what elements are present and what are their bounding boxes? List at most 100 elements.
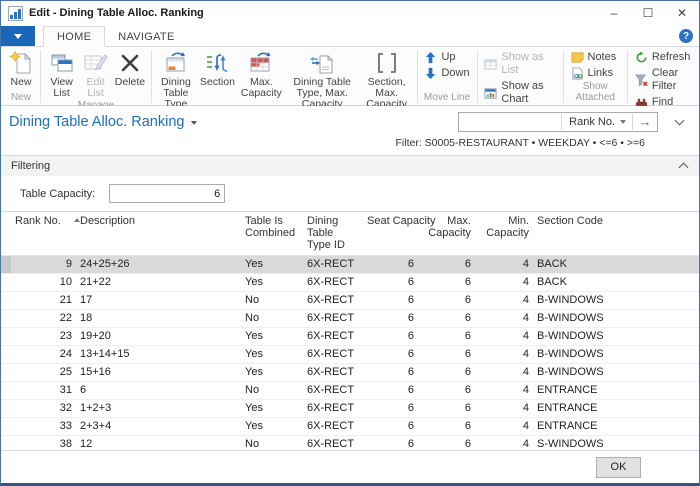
- cell-seat-capacity[interactable]: 6: [363, 346, 418, 364]
- show-as-chart-button[interactable]: Show as Chart: [480, 79, 559, 107]
- cell-table-is-combined[interactable]: No: [241, 310, 303, 328]
- cell-dining-table-type-id[interactable]: 6X-RECT: [303, 328, 363, 346]
- page-title-caret-icon[interactable]: [191, 121, 197, 125]
- cell-description[interactable]: 12: [76, 436, 241, 451]
- cell-rank[interactable]: 25: [11, 364, 76, 382]
- table-row[interactable]: 25 15+16 Yes 6X-RECT 6 6 4 B-WINDOWS: [1, 364, 699, 382]
- cell-max-capacity[interactable]: 6: [418, 328, 475, 346]
- cell-rank[interactable]: 32: [11, 400, 76, 418]
- cell-rank[interactable]: 9: [11, 256, 76, 274]
- cell-max-capacity[interactable]: 6: [418, 310, 475, 328]
- cell-table-is-combined[interactable]: Yes: [241, 328, 303, 346]
- cell-description[interactable]: 19+20: [76, 328, 241, 346]
- cell-dining-table-type-id[interactable]: 6X-RECT: [303, 418, 363, 436]
- col-header-section-code[interactable]: Section Code: [533, 212, 699, 256]
- table-row[interactable]: 21 17 No 6X-RECT 6 6 4 B-WINDOWS: [1, 292, 699, 310]
- cell-rank[interactable]: 23: [11, 328, 76, 346]
- cell-description[interactable]: 17: [76, 292, 241, 310]
- table-row[interactable]: 31 6 No 6X-RECT 6 6 4 ENTRANCE: [1, 382, 699, 400]
- cell-table-is-combined[interactable]: No: [241, 436, 303, 451]
- sort-dining-table-type-max-capacity-button[interactable]: Dining Table Type, Max. Capacity: [285, 49, 360, 111]
- table-capacity-input[interactable]: [109, 184, 225, 203]
- sort-section-max-capacity-button[interactable]: Section, Max. Capacity: [360, 49, 414, 111]
- cell-table-is-combined[interactable]: Yes: [241, 256, 303, 274]
- move-up-button[interactable]: Up: [420, 50, 473, 65]
- search-column-selector[interactable]: Rank No.: [562, 116, 620, 128]
- links-button[interactable]: Links: [567, 66, 621, 81]
- cell-dining-table-type-id[interactable]: 6X-RECT: [303, 274, 363, 292]
- sort-dining-table-type-button[interactable]: Dining Table Type: [155, 49, 197, 111]
- search-go-button[interactable]: →: [633, 113, 657, 131]
- cell-dining-table-type-id[interactable]: 6X-RECT: [303, 292, 363, 310]
- cell-min-capacity[interactable]: 4: [475, 310, 533, 328]
- table-row[interactable]: 38 12 No 6X-RECT 6 6 4 S-WINDOWS: [1, 436, 699, 451]
- cell-min-capacity[interactable]: 4: [475, 274, 533, 292]
- cell-dining-table-type-id[interactable]: 6X-RECT: [303, 256, 363, 274]
- cell-rank[interactable]: 24: [11, 346, 76, 364]
- cell-section-code[interactable]: BACK: [533, 256, 699, 274]
- cell-description[interactable]: 2+3+4: [76, 418, 241, 436]
- cell-rank[interactable]: 31: [11, 382, 76, 400]
- cell-rank[interactable]: 10: [11, 274, 76, 292]
- row-selector-cell[interactable]: [1, 436, 11, 451]
- cell-section-code[interactable]: B-WINDOWS: [533, 346, 699, 364]
- row-selector-cell[interactable]: [1, 274, 11, 292]
- cell-section-code[interactable]: ENTRANCE: [533, 400, 699, 418]
- cell-max-capacity[interactable]: 6: [418, 274, 475, 292]
- col-header-table-is-combined[interactable]: Table Is Combined: [241, 212, 303, 256]
- cell-description[interactable]: 24+25+26: [76, 256, 241, 274]
- cell-section-code[interactable]: ENTRANCE: [533, 418, 699, 436]
- cell-section-code[interactable]: S-WINDOWS: [533, 436, 699, 451]
- sort-section-button[interactable]: Section: [197, 49, 238, 89]
- cell-description[interactable]: 21+22: [76, 274, 241, 292]
- cell-max-capacity[interactable]: 6: [418, 400, 475, 418]
- row-selector-header[interactable]: [1, 212, 11, 256]
- row-selector-cell[interactable]: [1, 256, 11, 274]
- cell-table-is-combined[interactable]: Yes: [241, 346, 303, 364]
- cell-table-is-combined[interactable]: No: [241, 382, 303, 400]
- cell-table-is-combined[interactable]: Yes: [241, 400, 303, 418]
- col-header-dining-table-type-id[interactable]: Dining Table Type ID: [303, 212, 363, 256]
- cell-dining-table-type-id[interactable]: 6X-RECT: [303, 436, 363, 451]
- cell-description[interactable]: 18: [76, 310, 241, 328]
- col-header-min-capacity[interactable]: Min. Capacity: [475, 212, 533, 256]
- close-button[interactable]: ✕: [665, 2, 699, 24]
- cell-section-code[interactable]: ENTRANCE: [533, 382, 699, 400]
- minimize-button[interactable]: –: [597, 2, 631, 24]
- table-row[interactable]: 32 1+2+3 Yes 6X-RECT 6 6 4 ENTRANCE: [1, 400, 699, 418]
- cell-description[interactable]: 13+14+15: [76, 346, 241, 364]
- clear-filter-button[interactable]: Clear Filter: [631, 66, 695, 94]
- cell-min-capacity[interactable]: 4: [475, 382, 533, 400]
- cell-seat-capacity[interactable]: 6: [363, 292, 418, 310]
- cell-description[interactable]: 15+16: [76, 364, 241, 382]
- expand-search-button[interactable]: [676, 120, 683, 124]
- row-selector-cell[interactable]: [1, 346, 11, 364]
- cell-section-code[interactable]: BACK: [533, 274, 699, 292]
- table-row[interactable]: 24 13+14+15 Yes 6X-RECT 6 6 4 B-WINDOWS: [1, 346, 699, 364]
- cell-min-capacity[interactable]: 4: [475, 436, 533, 451]
- collapse-filtering-button[interactable]: [680, 161, 687, 171]
- row-selector-cell[interactable]: [1, 328, 11, 346]
- cell-description[interactable]: 1+2+3: [76, 400, 241, 418]
- table-row[interactable]: 22 18 No 6X-RECT 6 6 4 B-WINDOWS: [1, 310, 699, 328]
- cell-rank[interactable]: 22: [11, 310, 76, 328]
- cell-section-code[interactable]: B-WINDOWS: [533, 328, 699, 346]
- search-input[interactable]: [459, 114, 561, 130]
- chevron-down-icon[interactable]: [620, 120, 626, 124]
- refresh-button[interactable]: Refresh: [631, 50, 695, 65]
- cell-min-capacity[interactable]: 4: [475, 256, 533, 274]
- tab-navigate[interactable]: NAVIGATE: [105, 27, 187, 46]
- cell-table-is-combined[interactable]: No: [241, 292, 303, 310]
- cell-seat-capacity[interactable]: 6: [363, 310, 418, 328]
- cell-section-code[interactable]: B-WINDOWS: [533, 292, 699, 310]
- cell-dining-table-type-id[interactable]: 6X-RECT: [303, 346, 363, 364]
- move-down-button[interactable]: Down: [420, 66, 473, 81]
- tab-home[interactable]: HOME: [43, 26, 105, 47]
- cell-dining-table-type-id[interactable]: 6X-RECT: [303, 310, 363, 328]
- cell-min-capacity[interactable]: 4: [475, 364, 533, 382]
- application-menu-button[interactable]: [1, 26, 35, 46]
- cell-max-capacity[interactable]: 6: [418, 364, 475, 382]
- table-row[interactable]: 33 2+3+4 Yes 6X-RECT 6 6 4 ENTRANCE: [1, 418, 699, 436]
- cell-max-capacity[interactable]: 6: [418, 292, 475, 310]
- col-header-rank[interactable]: Rank No.: [11, 212, 76, 256]
